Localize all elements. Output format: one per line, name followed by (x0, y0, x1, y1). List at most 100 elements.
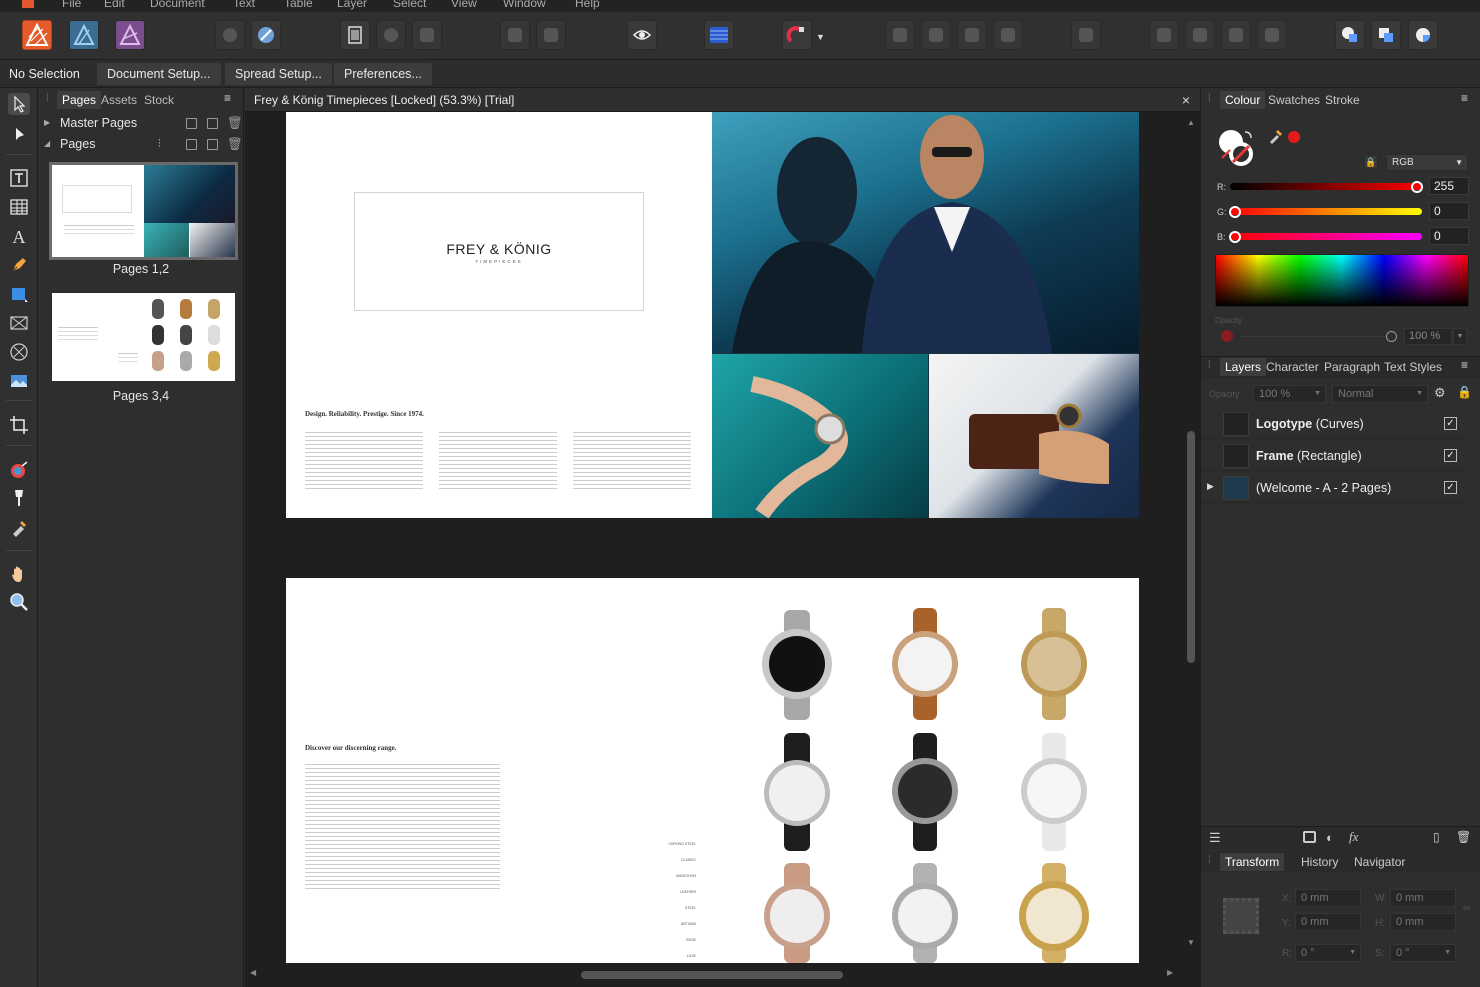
publisher-persona-icon[interactable] (22, 20, 52, 50)
fx-icon[interactable]: fx (1349, 829, 1358, 845)
move-forward-icon[interactable] (921, 20, 951, 50)
tab-text-styles[interactable]: Text Styles (1384, 360, 1442, 374)
photo-couple[interactable] (712, 112, 1139, 353)
tab-pages[interactable]: Pages (57, 91, 102, 109)
colour-spectrum[interactable] (1215, 254, 1469, 307)
b-value-field[interactable]: 0 (1429, 227, 1469, 245)
logo-frame[interactable]: FREY & KÖNIG TIMEPIECES (354, 192, 644, 311)
current-colour-swatch[interactable] (1288, 131, 1300, 143)
duplicate-master-icon[interactable] (207, 118, 218, 129)
transparency-tool-icon[interactable] (8, 487, 30, 509)
tab-transform[interactable]: Transform (1220, 853, 1285, 871)
delete-page-icon[interactable]: 🗑 (227, 134, 243, 154)
lock-icon[interactable]: 🔒 (1364, 155, 1378, 169)
fill-tool-icon[interactable] (8, 459, 30, 481)
delete-master-icon[interactable]: 🗑 (227, 113, 243, 133)
w-field[interactable]: 0 mm (1390, 889, 1456, 907)
menu-window[interactable]: Window (503, 0, 546, 10)
adjustment-icon[interactable]: ◐ (1326, 830, 1334, 845)
picture-frame-tool-icon[interactable] (8, 312, 30, 334)
artistic-text-tool-icon[interactable]: A (8, 226, 30, 248)
blend-mode-select[interactable]: Normal ▼ (1332, 385, 1428, 403)
rotate-right-icon[interactable] (1257, 20, 1287, 50)
snapping-dropdown-chevron-icon[interactable]: ▼ (816, 32, 825, 42)
tab-layers[interactable]: Layers (1220, 358, 1267, 376)
menu-layer[interactable]: Layer (337, 0, 367, 10)
logotype[interactable]: FREY & KÖNIG (355, 241, 643, 257)
opacity-slider[interactable] (1241, 336, 1389, 337)
align-icon[interactable] (1071, 20, 1101, 50)
horizontal-scrollbar[interactable]: ◀ ▶ (250, 968, 1175, 979)
shear-field[interactable]: 0 ° ▼ (1390, 944, 1456, 962)
photo-wallet-watch[interactable] (929, 354, 1139, 518)
tab-history[interactable]: History (1301, 855, 1338, 869)
move-tool-icon[interactable] (8, 93, 30, 115)
panel-menu-icon[interactable]: ≡ (1461, 91, 1468, 105)
table-tool-icon[interactable] (8, 196, 30, 218)
horizontal-scroll-thumb[interactable] (581, 971, 843, 979)
g-slider[interactable] (1230, 208, 1422, 215)
r-slider-handle[interactable] (1411, 181, 1423, 193)
place-icon[interactable] (412, 20, 442, 50)
zoom-tool-icon[interactable] (8, 591, 30, 613)
layer-row-master[interactable]: ▶ (Welcome - A - 2 Pages) ✓ (1201, 473, 1469, 503)
download-icon[interactable] (536, 20, 566, 50)
boolean-add-icon[interactable] (1335, 20, 1365, 50)
menu-edit[interactable]: Edit (104, 0, 125, 10)
menu-table[interactable]: Table (284, 0, 313, 10)
opacity-slider-handle[interactable] (1386, 331, 1397, 342)
layer-settings-gear-icon[interactable]: ⚙ (1434, 385, 1446, 401)
photo-hands-watch[interactable] (712, 354, 928, 518)
g-slider-handle[interactable] (1229, 206, 1241, 218)
opacity-value-field[interactable]: 100 % (1404, 328, 1452, 345)
layer-row-logotype[interactable]: Logotype (Curves) ✓ (1201, 409, 1469, 439)
x-field[interactable]: 0 mm (1295, 889, 1361, 907)
page-thumbnail-3-4[interactable] (49, 290, 238, 384)
fill-stroke-selector[interactable] (1217, 128, 1257, 171)
layer-visibility-checkbox[interactable]: ✓ (1444, 481, 1457, 494)
place-image-tool-icon[interactable] (8, 370, 30, 392)
opacity-dropdown-icon[interactable]: ▼ (1453, 328, 1467, 345)
rotation-field[interactable]: 0 ° ▼ (1295, 944, 1361, 962)
y-field[interactable]: 0 mm (1295, 913, 1361, 931)
expand-chevron-icon[interactable]: ▶ (44, 113, 50, 133)
rotate-left-icon[interactable] (1221, 20, 1251, 50)
aspect-lock-icon[interactable]: ∞ (1463, 903, 1470, 914)
anchor-selector-icon[interactable] (1223, 898, 1259, 934)
mask-layer-icon[interactable] (1303, 831, 1316, 843)
move-to-back-icon[interactable] (957, 20, 987, 50)
collapse-chevron-icon[interactable]: ◢ (44, 134, 50, 154)
pages-row[interactable]: ◢ Pages ⫶ 🗑 (38, 134, 244, 154)
boolean-intersect-icon[interactable] (1408, 20, 1438, 50)
scroll-down-icon[interactable]: ▼ (1187, 938, 1195, 947)
tab-stock[interactable]: Stock (144, 93, 174, 107)
add-page-icon[interactable] (186, 139, 197, 150)
colour-model-select[interactable]: RGB ▼ (1386, 154, 1468, 171)
boolean-subtract-icon[interactable] (1371, 20, 1401, 50)
r-slider[interactable] (1230, 183, 1422, 190)
tab-assets[interactable]: Assets (101, 93, 137, 107)
panel-menu-icon[interactable]: ≡ (224, 91, 231, 105)
preferences-button[interactable]: Preferences... (334, 63, 432, 85)
snapping-icon[interactable] (782, 20, 812, 50)
add-master-icon[interactable] (186, 118, 197, 129)
h-field[interactable]: 0 mm (1390, 913, 1456, 931)
document-setup-button[interactable]: Document Setup... (97, 63, 221, 85)
menu-help[interactable]: Help (575, 0, 600, 10)
g-value-field[interactable]: 0 (1429, 202, 1469, 220)
preflight-icon[interactable] (215, 20, 245, 50)
spread1-right-page[interactable] (712, 112, 1139, 518)
layers-panel-menu-icon[interactable]: ≡ (1461, 358, 1468, 372)
move-to-front-icon[interactable] (993, 20, 1023, 50)
scroll-right-icon[interactable]: ▶ (1167, 968, 1173, 977)
menu-select[interactable]: Select (393, 0, 426, 10)
baseline-grid-icon[interactable] (704, 20, 734, 50)
scroll-left-icon[interactable]: ◀ (250, 968, 256, 977)
ellipse-frame-tool-icon[interactable] (8, 341, 30, 363)
spread1-left-page[interactable]: FREY & KÖNIG TIMEPIECES Design. Reliabil… (286, 112, 712, 518)
colour-picker-icon[interactable] (1268, 128, 1284, 147)
close-document-icon[interactable]: × (1182, 88, 1190, 112)
spread2-left-page[interactable]: Discover our discerning range. CHRONO ST… (286, 578, 712, 963)
tab-navigator[interactable]: Navigator (1354, 855, 1405, 869)
tab-swatches[interactable]: Swatches (1268, 93, 1320, 107)
